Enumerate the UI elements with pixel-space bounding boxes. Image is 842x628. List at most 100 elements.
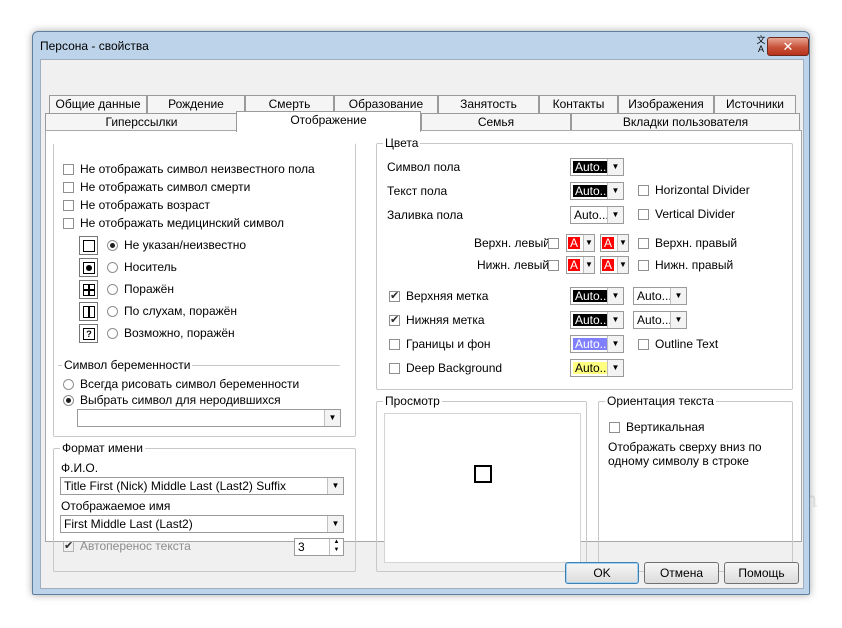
bottom-right-label: Нижн. правый xyxy=(655,258,734,272)
title-bar[interactable]: Персона - свойства 文A ✕ xyxy=(33,32,809,58)
pregnancy-choose-radio[interactable] xyxy=(63,395,74,406)
text-color-label: Текст пола xyxy=(387,184,448,198)
medical-rumored-radio[interactable] xyxy=(107,306,118,317)
chevron-down-icon[interactable]: ▼ xyxy=(607,360,623,376)
chevron-down-icon[interactable]: ▼ xyxy=(670,312,686,328)
tab-family[interactable]: Семья xyxy=(421,113,571,131)
ok-button[interactable]: OK xyxy=(565,562,639,584)
preview-canvas xyxy=(384,413,581,563)
deep-background-checkbox[interactable] xyxy=(389,363,400,374)
chevron-down-icon[interactable]: ▼ xyxy=(607,312,623,328)
spin-up-icon[interactable]: ▲ xyxy=(329,539,343,547)
unborn-symbol-combo[interactable]: ▼ xyxy=(77,409,341,427)
border-background-checkbox[interactable] xyxy=(389,339,400,350)
medical-affected-label: Поражён xyxy=(124,282,174,296)
top-label-checkbox[interactable] xyxy=(389,289,400,302)
horizontal-divider-checkbox[interactable] xyxy=(638,185,649,196)
fio-format-combo[interactable]: Title First (Nick) Middle Last (Last2) S… xyxy=(60,477,344,495)
top-left-color-combo[interactable]: A ▼ xyxy=(566,234,595,252)
vertical-checkbox[interactable] xyxy=(609,422,620,433)
hide-death-checkbox[interactable] xyxy=(63,182,74,193)
tab-general[interactable]: Общие данные xyxy=(49,95,147,114)
medical-affected-radio[interactable] xyxy=(107,284,118,295)
tab-display[interactable]: Отображение xyxy=(236,111,421,132)
display-name-label: Отображаемое имя xyxy=(61,499,171,513)
medical-rumored-label: По слухам, поражён xyxy=(124,304,237,318)
text-orientation-group: Ориентация текста Вертикальная Отображат… xyxy=(598,394,793,572)
tab-hyperlinks[interactable]: Гиперссылки xyxy=(45,113,238,131)
display-name-combo[interactable]: First Middle Last (Last2) ▼ xyxy=(60,515,344,533)
chevron-down-icon[interactable]: ▼ xyxy=(670,288,686,304)
language-icon[interactable]: 文A xyxy=(754,36,768,54)
display-options-group: Не отображать символ неизвестного пола Н… xyxy=(53,143,356,437)
bottom-label-color-combo[interactable]: Auto... ▼ xyxy=(570,311,624,329)
hide-age-checkbox[interactable] xyxy=(63,200,74,211)
top-label-color-combo[interactable]: Auto... ▼ xyxy=(570,287,624,305)
chevron-down-icon[interactable]: ▼ xyxy=(607,183,623,199)
bottom-left-color-combo[interactable]: A ▼ xyxy=(566,256,595,274)
bottom-left-checkbox[interactable] xyxy=(548,260,559,271)
tab-sources[interactable]: Источники xyxy=(714,95,796,114)
tab-user-tabs[interactable]: Вкладки пользователя xyxy=(571,113,800,131)
window-title: Персона - свойства xyxy=(40,39,149,53)
top-label-text: Верхняя метка xyxy=(406,289,489,303)
autowrap-count-spinner[interactable]: 3 ▲ ▼ xyxy=(294,538,344,556)
preview-title: Просмотр xyxy=(383,394,442,408)
name-format-title: Формат имени xyxy=(60,441,145,455)
top-right-color-combo[interactable]: A ▼ xyxy=(600,234,629,252)
chevron-down-icon[interactable]: ▼ xyxy=(324,410,340,426)
bottom-right-color-combo[interactable]: A ▼ xyxy=(600,256,629,274)
top-label-extra-combo[interactable]: Auto... ▼ xyxy=(633,287,687,305)
chevron-down-icon[interactable]: ▼ xyxy=(607,207,623,223)
chevron-down-icon[interactable]: ▼ xyxy=(583,257,594,273)
pregnancy-choose-label: Выбрать символ для неродившихся xyxy=(80,393,281,407)
hide-medical-checkbox[interactable] xyxy=(63,218,74,229)
preview-group: Просмотр xyxy=(376,394,587,572)
bottom-label-checkbox[interactable] xyxy=(389,313,400,326)
outline-text-checkbox[interactable] xyxy=(638,339,649,350)
spin-down-icon[interactable]: ▼ xyxy=(329,547,343,555)
chevron-down-icon[interactable]: ▼ xyxy=(583,235,594,251)
autowrap-label: Автоперенос текста xyxy=(80,539,191,553)
tab-birth[interactable]: Рождение xyxy=(147,95,245,114)
text-color-combo[interactable]: Auto... ▼ xyxy=(570,182,624,200)
bottom-label-extra-combo[interactable]: Auto... ▼ xyxy=(633,311,687,329)
tab-occupation[interactable]: Занятость xyxy=(438,95,539,114)
medical-carrier-radio[interactable] xyxy=(107,262,118,273)
tab-contacts[interactable]: Контакты xyxy=(539,95,618,114)
medical-carrier-label: Носитель xyxy=(124,260,177,274)
vertical-divider-checkbox[interactable] xyxy=(638,209,649,220)
symbol-color-combo[interactable]: Auto... ▼ xyxy=(570,158,624,176)
fill-color-label: Заливка пола xyxy=(387,208,464,222)
chevron-down-icon[interactable]: ▼ xyxy=(607,159,623,175)
medical-unknown-radio[interactable] xyxy=(107,240,118,251)
tab-images[interactable]: Изображения xyxy=(618,95,714,114)
pregnancy-always-radio[interactable] xyxy=(63,379,74,390)
horizontal-divider-label: Horizontal Divider xyxy=(655,183,750,197)
autowrap-checkbox[interactable] xyxy=(63,539,74,552)
affected-symbol-icon xyxy=(79,280,98,299)
chevron-down-icon[interactable]: ▼ xyxy=(327,478,343,494)
top-left-checkbox[interactable] xyxy=(548,238,559,249)
border-color-combo[interactable]: Auto... ▼ xyxy=(570,335,624,353)
medical-possible-radio[interactable] xyxy=(107,328,118,339)
vertical-divider-label: Vertical Divider xyxy=(655,207,736,221)
hide-unknown-sex-checkbox[interactable] xyxy=(63,164,74,175)
help-button[interactable]: Помощь xyxy=(724,562,799,584)
bottom-right-checkbox[interactable] xyxy=(638,260,649,271)
preview-symbol-icon xyxy=(474,465,492,483)
chevron-down-icon[interactable]: ▼ xyxy=(327,516,343,532)
chevron-down-icon[interactable]: ▼ xyxy=(617,257,628,273)
chevron-down-icon[interactable]: ▼ xyxy=(607,288,623,304)
top-right-checkbox[interactable] xyxy=(638,238,649,249)
close-button[interactable]: ✕ xyxy=(767,37,809,56)
deep-background-color-combo[interactable]: Auto... ▼ xyxy=(570,359,624,377)
fill-color-combo[interactable]: Auto... ▼ xyxy=(570,206,624,224)
vertical-description: Отображать сверху вниз по одному символу… xyxy=(608,440,762,468)
outline-text-label: Outline Text xyxy=(655,337,719,351)
chevron-down-icon[interactable]: ▼ xyxy=(607,336,623,352)
chevron-down-icon[interactable]: ▼ xyxy=(617,235,628,251)
cancel-button[interactable]: Отмена xyxy=(644,562,719,584)
pregnancy-always-label: Всегда рисовать символ беременности xyxy=(80,377,300,391)
hide-death-label: Не отображать символ смерти xyxy=(80,180,251,194)
